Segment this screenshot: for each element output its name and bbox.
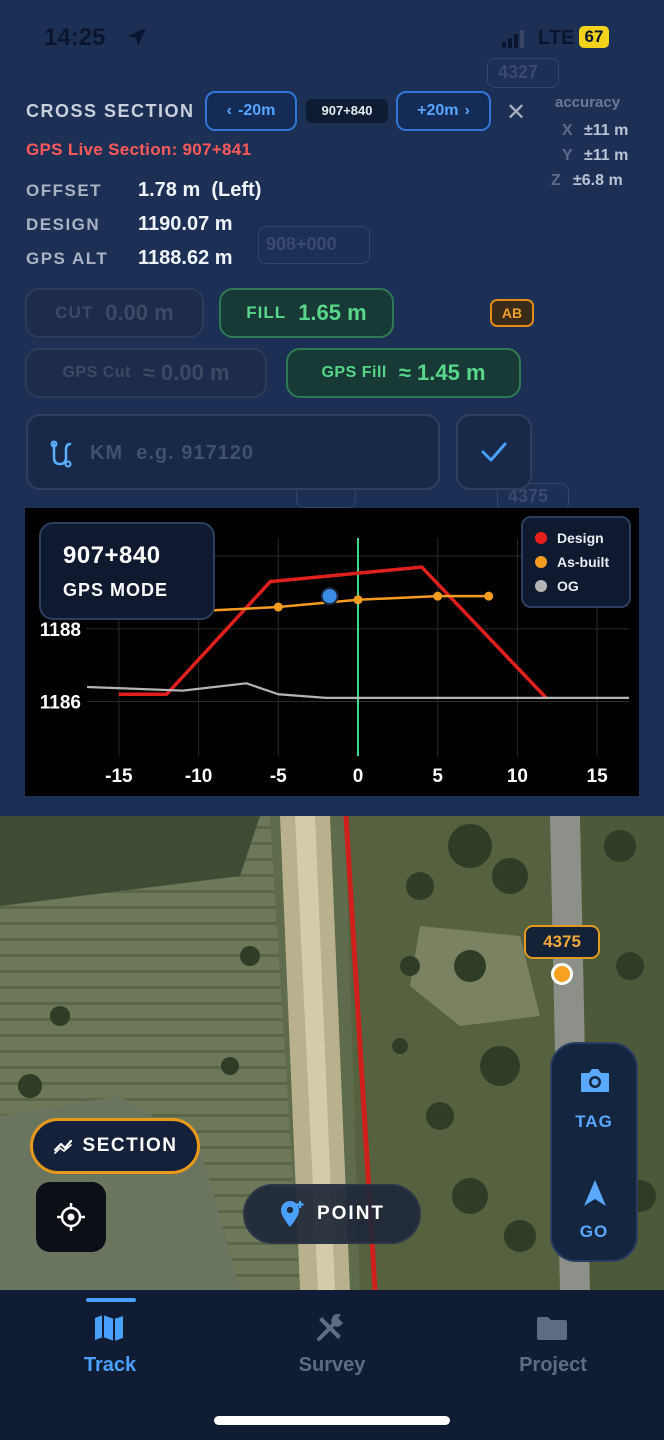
bg-label: 908+000	[266, 234, 337, 254]
my-location-button[interactable]	[36, 1182, 106, 1252]
status-time: 14:25	[44, 24, 106, 51]
chevron-right-icon: ›	[464, 102, 470, 119]
x-tick-label: -5	[270, 766, 287, 787]
page-title: CROSS SECTION	[26, 101, 195, 121]
tools-icon	[317, 1313, 343, 1341]
x-tick-label: -15	[105, 766, 133, 787]
carrier-label: LTE	[538, 27, 575, 49]
x-tick-label: -10	[185, 766, 212, 787]
x-tick-label: 5	[432, 766, 443, 787]
route-icon	[50, 440, 72, 468]
legend-item-design: Design	[535, 530, 604, 546]
active-tab-indicator	[86, 1298, 136, 1302]
gps-alt-value: 1188.62 m	[138, 247, 233, 269]
gps-cut-label: GPS Cut	[62, 364, 131, 381]
chart-mode: GPS MODE	[63, 580, 169, 600]
offset-label: OFFSET	[26, 181, 103, 200]
location-arrow-icon	[128, 28, 146, 46]
cut-box: CUT 0.00 m	[25, 288, 204, 338]
camera-icon[interactable]	[579, 1066, 611, 1094]
battery-icon: 67	[579, 26, 609, 48]
next-station-button[interactable]: +20m ›	[396, 91, 491, 131]
crosshair-icon	[57, 1203, 85, 1231]
tab-survey-label: Survey	[298, 1354, 366, 1376]
chevron-left-icon: ‹	[226, 102, 232, 119]
confirm-km-button[interactable]	[456, 414, 532, 490]
accuracy-y: Y ±11 m	[562, 147, 629, 164]
x-tick-label: 10	[507, 766, 528, 787]
navigation-arrow-icon[interactable]	[582, 1178, 608, 1208]
gps-fill-label: GPS Fill	[321, 364, 387, 381]
y-tick-label: 1188	[40, 620, 81, 641]
gps-position-point	[320, 587, 339, 606]
cell-signal-icon	[502, 30, 524, 48]
accuracy-z: Z ±6.8 m	[551, 172, 623, 189]
design-label: DESIGN	[26, 215, 101, 234]
design-value: 1190.07 m	[138, 213, 233, 235]
as-built-badge[interactable]: AB	[490, 299, 534, 327]
legend-item-og: OG	[535, 578, 579, 594]
gps-alt-label: GPS ALT	[26, 249, 109, 268]
prev-station-button[interactable]: ‹ -20m	[205, 91, 297, 131]
current-chainage: 907+840	[306, 99, 388, 123]
next-station-label: +20m	[417, 102, 459, 119]
section-button-label: SECTION	[82, 1135, 178, 1156]
y-tick-label: 1186	[40, 693, 81, 714]
point-button-label: POINT	[316, 1203, 386, 1224]
chart-legend: Design As-built OG	[521, 516, 631, 608]
gps-cut-box: GPS Cut ≈ 0.00 m	[25, 348, 267, 398]
fill-label: FILL	[246, 303, 287, 322]
as-built-point	[433, 591, 443, 601]
as-built-point	[484, 591, 494, 601]
tab-track-label: Track	[83, 1354, 137, 1376]
go-button[interactable]: GO	[552, 1222, 636, 1242]
close-icon[interactable]: ✕	[506, 98, 526, 127]
gps-cut-value: ≈ 0.00 m	[142, 360, 230, 385]
x-tick-label: 0	[353, 766, 364, 787]
gps-fill-box: GPS Fill ≈ 1.45 m	[286, 348, 521, 398]
chart-station-tag: 907+840 GPS MODE	[39, 522, 215, 620]
fill-box: FILL 1.65 m	[219, 288, 394, 338]
side-action-panel: TAG GO	[550, 1042, 638, 1262]
gps-fill-value: ≈ 1.45 m	[398, 360, 486, 385]
fill-value: 1.65 m	[298, 300, 367, 325]
map-icon	[95, 1315, 123, 1341]
as-built-point	[273, 602, 283, 612]
accuracy-label: accuracy	[555, 94, 621, 111]
app-screen: 4327 908+000 4375 14:25 LTE 67 CROSS SEC…	[0, 0, 664, 1440]
cross-section-chart: -15-10-5051015118611881190 907+840 GPS M…	[25, 508, 639, 796]
km-input-container	[26, 414, 440, 490]
km-input[interactable]	[90, 434, 420, 472]
cut-value: 0.00 m	[105, 300, 174, 325]
map-marker-pin[interactable]	[551, 963, 573, 985]
folder-icon	[537, 1317, 567, 1340]
cut-label: CUT	[55, 303, 94, 322]
home-indicator	[214, 1416, 450, 1425]
x-tick-label: 15	[587, 766, 609, 787]
add-location-pin-icon	[280, 1201, 304, 1227]
prev-station-label: -20m	[237, 102, 276, 119]
status-bar: 14:25 LTE 67	[0, 0, 664, 78]
accuracy-x: X ±11 m	[562, 122, 629, 139]
chart-trend-icon	[53, 1139, 72, 1154]
chart-chainage: 907+840	[63, 542, 161, 569]
tab-project-label: Project	[519, 1354, 587, 1376]
legend-item-as-built: As-built	[535, 554, 609, 570]
map-marker-label[interactable]: 4375	[524, 925, 600, 959]
checkmark-icon	[481, 442, 507, 462]
section-button[interactable]: SECTION	[30, 1118, 200, 1174]
add-point-button[interactable]: POINT	[243, 1184, 421, 1244]
offset-value: 1.78 m (Left)	[138, 179, 262, 201]
tag-button[interactable]: TAG	[552, 1112, 636, 1132]
gps-live-section: GPS Live Section: 907+841	[26, 140, 252, 159]
as-built-point	[353, 595, 363, 605]
